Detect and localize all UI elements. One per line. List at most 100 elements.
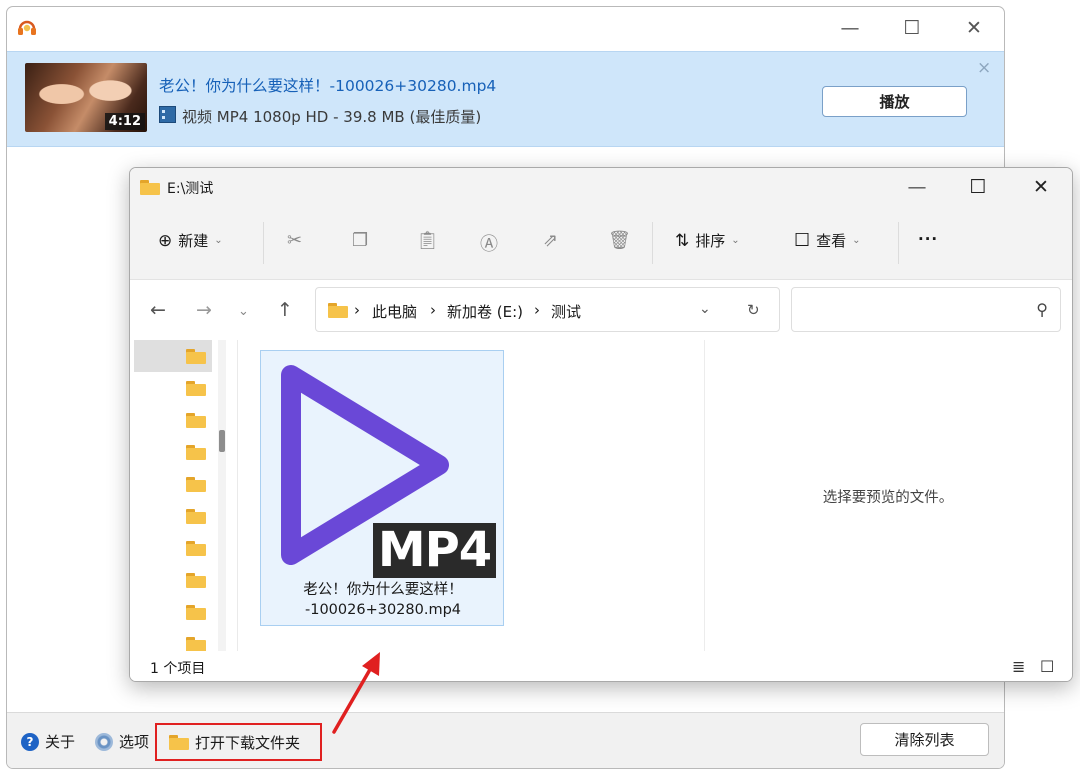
breadcrumb-drive[interactable]: 新加卷 (E:)	[447, 301, 523, 322]
plus-circle-icon: ⊕	[158, 230, 173, 251]
folder-icon	[140, 180, 160, 195]
folder-icon	[186, 381, 206, 396]
options-label: 选项	[119, 733, 150, 751]
explorer-titlebar: E:\测试 — ☐ ✕	[130, 168, 1072, 206]
tree-item[interactable]	[134, 404, 212, 436]
toolbar-divider	[898, 222, 899, 264]
new-button[interactable]: ⊕ 新建 ⌄	[158, 230, 223, 251]
play-button[interactable]: 播放	[822, 86, 967, 117]
tree-item[interactable]	[134, 628, 212, 653]
item-count: 1 个项目	[150, 661, 206, 677]
explorer-maximize-button[interactable]: ☐	[963, 172, 993, 202]
folder-icon	[186, 445, 206, 460]
explorer-window: E:\测试 — ☐ ✕ ⊕ 新建 ⌄ ✂ ❐ 📋︎ Ⓐ ⇗ 🗑︎ ⇅ 排序 ⌄ …	[129, 167, 1073, 682]
address-dropdown-icon[interactable]: ⌄	[699, 301, 711, 317]
tree-item[interactable]	[134, 436, 212, 468]
status-bar: 1 个项目 ≣ ☐	[130, 651, 1072, 681]
sort-button[interactable]: ⇅ 排序 ⌄	[675, 230, 740, 251]
close-button[interactable]: ✕	[959, 13, 989, 43]
downloader-footer: ? 关于 选项 打开下载文件夹 清除列表	[7, 712, 1004, 768]
folder-icon	[186, 477, 206, 492]
about-icon: ?	[21, 732, 39, 751]
toolbar-divider	[263, 222, 264, 264]
sort-icon: ⇅	[675, 230, 690, 251]
gear-icon	[95, 732, 113, 751]
file-type-badge: MP4	[373, 523, 496, 578]
scrollbar-thumb[interactable]	[219, 430, 225, 452]
file-name-line-2: -100026+30280.mp4	[304, 602, 462, 618]
file-name: 老公！你为什么要这样！ -100026+30280.mp4	[261, 580, 505, 620]
more-button[interactable]: ···	[918, 230, 938, 248]
new-label: 新建	[178, 232, 209, 250]
forward-icon[interactable]: →	[196, 299, 212, 321]
explorer-minimize-button[interactable]: —	[902, 172, 932, 202]
toolbar-divider	[652, 222, 653, 264]
folder-icon	[186, 349, 206, 364]
explorer-toolbar: ⊕ 新建 ⌄ ✂ ❐ 📋︎ Ⓐ ⇗ 🗑︎ ⇅ 排序 ⌄ ☐ 查看 ⌄ ···	[130, 206, 1072, 280]
search-icon: ⚲	[1036, 300, 1048, 319]
breadcrumb-separator: ›	[354, 301, 360, 319]
refresh-icon[interactable]: ↻	[747, 301, 760, 319]
download-item[interactable]: 4:12 老公！你为什么要这样！-100026+30280.mp4 视频 MP4…	[7, 51, 1004, 147]
folder-icon	[186, 541, 206, 556]
navigation-scrollbar[interactable]	[218, 340, 226, 653]
share-icon[interactable]: ⇗	[543, 230, 558, 251]
video-duration: 4:12	[104, 113, 145, 130]
paste-icon[interactable]: 📋︎	[416, 230, 439, 251]
video-thumbnail[interactable]: 4:12	[25, 63, 147, 132]
cut-icon[interactable]: ✂	[287, 230, 302, 251]
tree-item[interactable]	[134, 500, 212, 532]
navigation-pane	[130, 340, 238, 653]
folder-icon	[186, 637, 206, 652]
explorer-title: E:\测试	[167, 181, 214, 197]
app-headphone-icon	[18, 20, 36, 35]
recent-locations-icon[interactable]: ⌄	[238, 304, 249, 319]
explorer-navbar: ← → ⌄ ↑ › 此电脑 › 新加卷 (E:) › 测试 ⌄ ↻ ⚲	[130, 280, 1072, 340]
up-icon[interactable]: ↑	[277, 299, 293, 321]
downloader-titlebar: — ☐ ✕	[7, 7, 1004, 47]
maximize-button[interactable]: ☐	[897, 13, 927, 43]
sort-label: 排序	[695, 232, 726, 250]
chevron-down-icon: ⌄	[731, 235, 740, 246]
folder-icon	[169, 734, 189, 750]
tree-item[interactable]	[134, 372, 212, 404]
tree-item[interactable]	[134, 340, 212, 372]
tree-item[interactable]	[134, 468, 212, 500]
file-item[interactable]: MP4 老公！你为什么要这样！ -100026+30280.mp4	[260, 350, 504, 626]
view-button[interactable]: ☐ 查看 ⌄	[794, 230, 861, 251]
clear-list-button[interactable]: 清除列表	[860, 723, 989, 756]
dismiss-item-icon[interactable]: ×	[977, 58, 991, 78]
delete-icon[interactable]: 🗑︎	[608, 230, 631, 251]
about-link[interactable]: ? 关于	[21, 731, 75, 752]
tree-item[interactable]	[134, 564, 212, 596]
open-folder-label: 打开下载文件夹	[195, 733, 301, 752]
breadcrumb-this-pc[interactable]: 此电脑	[372, 301, 417, 322]
folder-icon	[328, 303, 348, 318]
folder-icon	[186, 605, 206, 620]
annotation-arrow	[332, 652, 380, 734]
breadcrumb-separator: ›	[430, 301, 436, 319]
open-download-folder-button[interactable]: 打开下载文件夹	[155, 723, 322, 761]
view-label: 查看	[816, 232, 847, 250]
tree-item[interactable]	[134, 596, 212, 628]
chevron-down-icon: ⌄	[852, 235, 861, 246]
breadcrumb-folder[interactable]: 测试	[551, 301, 581, 322]
options-link[interactable]: 选项	[95, 731, 149, 752]
large-icons-view-icon[interactable]: ☐	[1040, 657, 1054, 676]
about-label: 关于	[45, 733, 76, 751]
file-name-line-1: 老公！你为什么要这样！	[303, 582, 463, 598]
details-view-icon[interactable]: ≣	[1012, 657, 1025, 676]
film-icon	[159, 106, 176, 123]
tree-item[interactable]	[134, 532, 212, 564]
minimize-button[interactable]: —	[835, 13, 865, 43]
download-filename: 老公！你为什么要这样！-100026+30280.mp4	[159, 77, 497, 95]
search-input[interactable]: ⚲	[791, 287, 1061, 332]
back-icon[interactable]: ←	[150, 299, 166, 321]
explorer-close-button[interactable]: ✕	[1026, 172, 1056, 202]
view-icon: ☐	[794, 230, 811, 251]
address-bar[interactable]: › 此电脑 › 新加卷 (E:) › 测试 ⌄ ↻	[315, 287, 780, 332]
explorer-body: MP4 老公！你为什么要这样！ -100026+30280.mp4 选择要预览的…	[130, 340, 1072, 653]
copy-icon[interactable]: ❐	[352, 230, 368, 251]
rename-icon[interactable]: Ⓐ	[480, 230, 498, 256]
preview-pane-message: 选择要预览的文件。	[822, 490, 954, 506]
